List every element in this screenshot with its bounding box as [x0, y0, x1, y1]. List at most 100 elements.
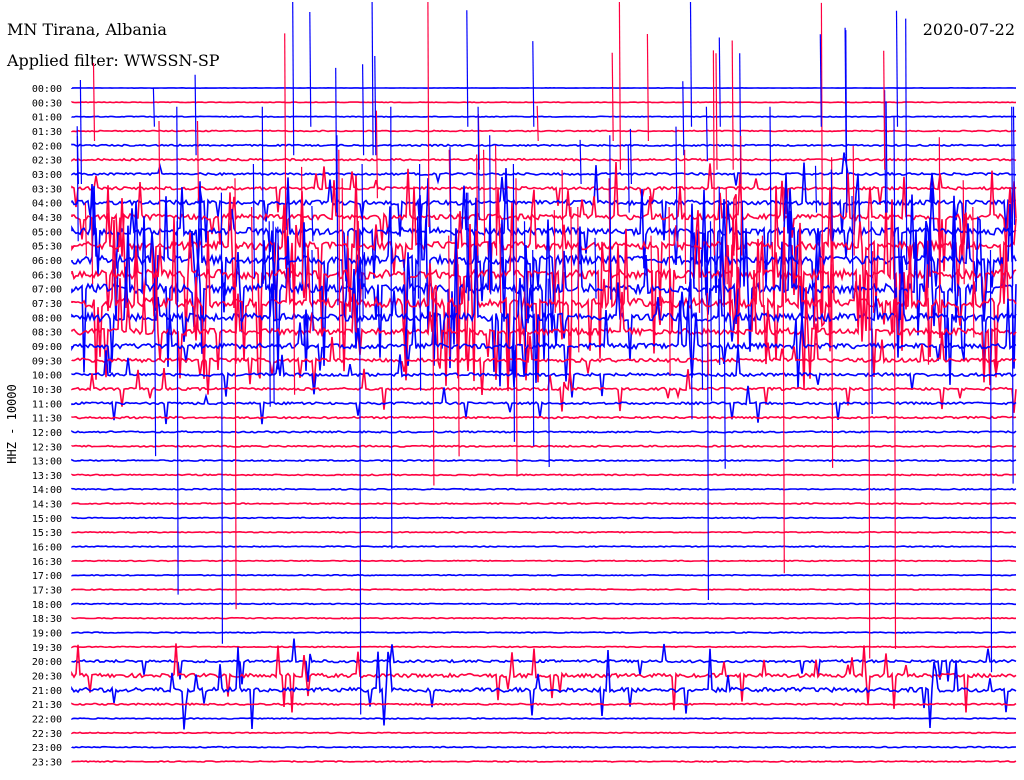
seismic-spike: [483, 149, 486, 242]
seismic-spike: [618, 1, 622, 170]
seismic-spike: [962, 180, 965, 285]
time-tick-label: 19:00: [32, 629, 62, 640]
seismic-spike: [718, 37, 721, 127]
time-tick-label: 08:00: [32, 313, 62, 324]
seismic-trace: [71, 152, 1017, 186]
seismic-trace: [71, 415, 1017, 420]
seismic-spike: [338, 149, 341, 359]
seismic-trace: [71, 702, 1017, 707]
seismic-spike: [715, 53, 718, 170]
seismic-trace: [71, 717, 1017, 720]
seismic-spike: [346, 235, 350, 292]
seismic-spike: [499, 223, 502, 313]
seismic-spike: [782, 292, 785, 574]
seismic-spike: [895, 10, 899, 127]
seismic-spike: [261, 106, 264, 284]
time-tick-label: 15:30: [32, 528, 62, 539]
seismic-trace: [71, 559, 1017, 563]
time-tick-label: 18:30: [32, 614, 62, 625]
time-tick-label: 18:00: [32, 600, 62, 611]
time-tick-label: 10:00: [32, 371, 62, 382]
seismic-spike: [92, 62, 96, 142]
seismic-spike: [731, 40, 734, 170]
seismic-trace: [71, 530, 1017, 534]
seismic-spike: [336, 135, 339, 306]
seismic-spike: [570, 206, 573, 308]
seismic-spike: [629, 128, 632, 185]
seismic-trace: [71, 487, 1017, 491]
time-tick-label: 11:30: [32, 414, 62, 425]
time-tick-label: 09:30: [32, 356, 62, 367]
time-tick-label: 02:30: [32, 156, 62, 167]
time-tick-label: 19:30: [32, 643, 62, 654]
seismic-spike: [561, 170, 564, 285]
seismic-spike: [870, 221, 873, 415]
seismic-trace: [71, 545, 1017, 548]
seismic-trace: [71, 430, 1017, 434]
time-tick-label: 14:00: [32, 485, 62, 496]
time-tick-label: 15:00: [32, 514, 62, 525]
seismic-trace: [71, 175, 1017, 322]
seismic-spike: [650, 235, 653, 319]
time-tick-label: 08:30: [32, 328, 62, 339]
seismic-spike: [284, 33, 287, 228]
seismic-spike: [683, 149, 687, 284]
helicorder-plot: 00:00 00:30 01:00 01:30 02:00 02:30 03:00 03:30…: [32, 1, 1017, 769]
time-tick-label: 17:00: [32, 571, 62, 582]
seismic-spike: [292, 1, 295, 156]
trace-group: [71, 1, 1017, 763]
seismic-trace: [71, 115, 1017, 118]
time-tick-label: 17:30: [32, 586, 62, 597]
seismic-trace: [71, 129, 1017, 133]
seismic-spike: [830, 264, 834, 468]
time-tick-label: 01:30: [32, 127, 62, 138]
time-tick-label: 10:30: [32, 385, 62, 396]
time-tick-label: 00:00: [32, 84, 62, 95]
seismic-spike: [371, 1, 374, 156]
time-tick-label: 01:00: [32, 113, 62, 124]
time-tick-label: 21:00: [32, 686, 62, 697]
seismic-spike: [361, 163, 364, 317]
seismic-spike: [989, 249, 993, 673]
seismic-spike: [79, 79, 82, 185]
time-label-group: 00:00 00:30 01:00 01:30 02:00 02:30 03:00 03:30…: [32, 84, 62, 769]
time-tick-label: 07:00: [32, 285, 62, 296]
seismic-spike: [690, 278, 693, 420]
seismic-spike: [362, 64, 365, 156]
time-tick-label: 22:00: [32, 715, 62, 726]
seismic-spike: [668, 206, 671, 376]
time-tick-label: 03:00: [32, 170, 62, 181]
seismic-spike: [761, 235, 764, 308]
seismic-trace: [71, 647, 1017, 730]
time-tick-label: 14:30: [32, 500, 62, 511]
seismic-spike: [512, 163, 516, 442]
seismic-spike: [769, 106, 772, 246]
seismic-spike: [675, 126, 678, 242]
time-tick-label: 09:00: [32, 342, 62, 353]
seismic-spike: [196, 120, 200, 201]
time-tick-label: 16:00: [32, 543, 62, 554]
seismic-trace: [71, 473, 1017, 477]
time-tick-label: 21:30: [32, 700, 62, 711]
seismic-trace: [71, 163, 1017, 215]
seismic-spike: [1012, 106, 1016, 225]
time-tick-label: 04:30: [32, 213, 62, 224]
seismic-spike: [466, 10, 469, 127]
seismic-spike: [611, 52, 614, 142]
seismic-trace: [71, 631, 1016, 634]
seismic-trace: [71, 616, 1017, 620]
seismic-spike: [972, 206, 975, 338]
time-tick-label: 12:30: [32, 442, 62, 453]
time-tick-label: 22:30: [32, 729, 62, 740]
time-tick-label: 05:00: [32, 227, 62, 238]
seismic-trace: [71, 602, 1016, 606]
seismic-trace: [71, 502, 1017, 505]
seismic-trace: [71, 573, 1017, 577]
seismic-spike: [158, 120, 161, 244]
seismic-trace: [71, 157, 1017, 162]
time-tick-label: 05:30: [32, 242, 62, 253]
time-tick-label: 23:00: [32, 743, 62, 754]
time-tick-label: 16:30: [32, 557, 62, 568]
seismic-trace: [71, 760, 1017, 763]
seismic-trace: [71, 588, 1017, 592]
